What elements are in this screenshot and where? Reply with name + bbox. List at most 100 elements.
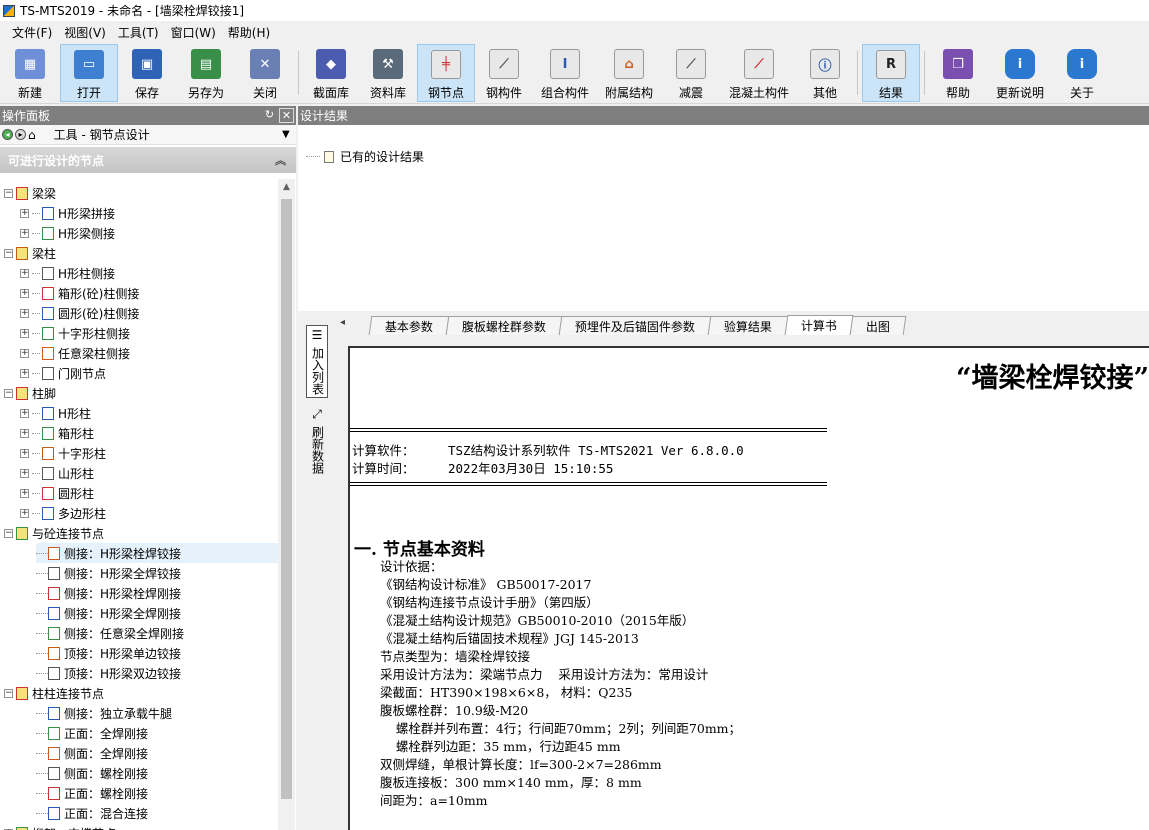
- tree-item[interactable]: + 圆形柱: [20, 483, 94, 503]
- collapse-icon[interactable]: −: [4, 248, 13, 258]
- tree-item[interactable]: 侧接：独立承载牛腿: [36, 703, 172, 723]
- add-to-list-button[interactable]: ☰ 加入列表: [306, 325, 328, 398]
- save-button[interactable]: ▣ 保存: [118, 44, 176, 102]
- back-icon[interactable]: ◂: [2, 129, 13, 140]
- tab-basic-params[interactable]: 基本参数: [368, 316, 450, 335]
- tree-item[interactable]: + H形梁侧接: [20, 223, 115, 243]
- tree-group[interactable]: − 梁梁: [4, 183, 56, 203]
- tab-web-bolt-params[interactable]: 腹板螺栓群参数: [445, 316, 563, 335]
- save-as-button[interactable]: ▤ 另存为: [176, 44, 236, 102]
- collapse-icon[interactable]: −: [4, 528, 13, 538]
- collapse-icon[interactable]: ︽: [275, 152, 286, 168]
- tab-embedded-params[interactable]: 预埋件及后锚固件参数: [558, 316, 712, 335]
- close-button[interactable]: ✕ 关闭: [236, 44, 294, 102]
- combo-member-button[interactable]: I 组合构件: [533, 44, 597, 102]
- expand-icon[interactable]: +: [20, 228, 29, 238]
- refresh-panel-icon[interactable]: ↻: [262, 108, 277, 123]
- expand-icon[interactable]: +: [20, 288, 29, 298]
- tree-item[interactable]: + H形梁拼接: [20, 203, 115, 223]
- expand-icon[interactable]: +: [20, 488, 29, 498]
- tree-group[interactable]: − 柱脚: [4, 383, 56, 403]
- tool-selector[interactable]: ◂ ▸ ⌂ 工具 - 钢节点设计 ▼: [0, 125, 296, 145]
- home-icon[interactable]: ⌂: [28, 128, 36, 142]
- menu-view[interactable]: 视图(V): [58, 24, 112, 41]
- concrete-member-button[interactable]: ⟋ 混凝土构件: [721, 44, 797, 102]
- expand-icon[interactable]: +: [20, 308, 29, 318]
- tree-item[interactable]: 侧面：螺栓刚接: [36, 763, 148, 783]
- menu-file[interactable]: 文件(F): [6, 24, 58, 41]
- expand-icon[interactable]: +: [20, 328, 29, 338]
- refresh-data-button[interactable]: ⤢ 刷新数据: [306, 404, 328, 477]
- tree-item[interactable]: 侧接：H形梁全焊铰接: [36, 563, 181, 583]
- menu-window[interactable]: 窗口(W): [165, 24, 222, 41]
- expand-icon[interactable]: +: [20, 348, 29, 358]
- tree-item[interactable]: + 任意梁柱侧接: [20, 343, 130, 363]
- menu-help[interactable]: 帮助(H): [222, 24, 276, 41]
- tree-item[interactable]: 顶接：H形梁单边铰接: [36, 643, 181, 663]
- tree-item[interactable]: 侧接：H形梁全焊刚接: [36, 603, 181, 623]
- close-panel-icon[interactable]: ✕: [279, 108, 294, 123]
- scroll-up-icon[interactable]: ▲: [278, 179, 295, 195]
- section-library-button[interactable]: ◆ 截面库: [303, 44, 359, 102]
- damping-button[interactable]: ⟋ 减震: [661, 44, 721, 102]
- tree-item[interactable]: 侧接：H形梁栓焊刚接: [36, 583, 181, 603]
- data-library-button[interactable]: ⚒ 资料库: [359, 44, 417, 102]
- tree-item[interactable]: 侧接：H形梁栓焊铰接: [36, 543, 278, 563]
- tree-item[interactable]: + H形柱侧接: [20, 263, 115, 283]
- tree-group[interactable]: − 与砼连接节点: [4, 523, 104, 543]
- dropdown-arrow-icon[interactable]: ▼: [282, 129, 296, 140]
- help-button[interactable]: ❐ 帮助: [929, 44, 987, 102]
- collapse-icon[interactable]: −: [4, 688, 13, 698]
- tree-item[interactable]: + H形柱: [20, 403, 91, 423]
- tab-check-results[interactable]: 验算结果: [707, 316, 789, 335]
- tree-item[interactable]: 侧接：任意梁全焊刚接: [36, 623, 184, 643]
- collapse-icon[interactable]: −: [4, 388, 13, 398]
- expand-icon[interactable]: +: [20, 208, 29, 218]
- collapse-icon[interactable]: −: [4, 188, 13, 198]
- section-header[interactable]: 可进行设计的节点 ︽: [0, 147, 296, 173]
- tree-item[interactable]: + 十字形柱: [20, 443, 106, 463]
- tree-item[interactable]: 正面：螺栓刚接: [36, 783, 148, 803]
- expand-icon[interactable]: +: [20, 428, 29, 438]
- tree-group[interactable]: +桁架、支撑节点: [4, 823, 116, 830]
- tab-drawing[interactable]: 出图: [849, 316, 907, 335]
- tree-item[interactable]: 侧面：全焊刚接: [36, 743, 148, 763]
- tab-calc-report[interactable]: 计算书: [784, 315, 854, 335]
- expand-icon[interactable]: +: [20, 368, 29, 378]
- tree-item[interactable]: 正面：全焊刚接: [36, 723, 148, 743]
- update-notes-icon: i: [1005, 49, 1035, 79]
- tree-item[interactable]: + 山形柱: [20, 463, 94, 483]
- tree-scrollbar[interactable]: ▲: [278, 179, 295, 830]
- open-button[interactable]: ▭ 打开: [60, 44, 118, 102]
- tree-connector: [36, 732, 48, 734]
- menu-tools[interactable]: 工具(T): [112, 24, 165, 41]
- expand-icon[interactable]: +: [20, 268, 29, 278]
- expand-icon[interactable]: +: [20, 408, 29, 418]
- steel-node-button[interactable]: ╪ 钢节点: [417, 44, 475, 102]
- attached-structure-button[interactable]: ⌂ 附属结构: [597, 44, 661, 102]
- steel-member-button[interactable]: ⟋ 钢构件: [475, 44, 533, 102]
- tree-item[interactable]: + 十字形柱侧接: [20, 323, 130, 343]
- update-notes-button[interactable]: i 更新说明: [987, 44, 1053, 102]
- tree-item[interactable]: + 门刚节点: [20, 363, 106, 383]
- other-button[interactable]: ⓘ 其他: [797, 44, 853, 102]
- tree-group[interactable]: − 柱柱连接节点: [4, 683, 104, 703]
- tree-item[interactable]: + 多边形柱: [20, 503, 106, 523]
- scroll-thumb[interactable]: [281, 199, 292, 799]
- existing-results-item[interactable]: 已有的设计结果: [306, 148, 424, 165]
- result-button[interactable]: R 结果: [862, 44, 920, 102]
- tree-item[interactable]: 顶接：H形梁双边铰接: [36, 663, 181, 683]
- operation-panel: 操作面板 ↻ ✕ ◂ ▸ ⌂ 工具 - 钢节点设计 ▼ 可进行设计的节点 ︽ −…: [0, 106, 296, 830]
- expand-icon[interactable]: +: [20, 508, 29, 518]
- tree-item[interactable]: + 箱形柱: [20, 423, 94, 443]
- tree-item[interactable]: + 圆形(砼)柱侧接: [20, 303, 139, 323]
- expand-icon[interactable]: +: [20, 468, 29, 478]
- tree-item[interactable]: + 箱形(砼)柱侧接: [20, 283, 139, 303]
- tree-group[interactable]: − 梁柱: [4, 243, 56, 263]
- tree-item[interactable]: 正面：混合连接: [36, 803, 148, 823]
- about-button[interactable]: i 关于: [1053, 44, 1111, 102]
- new-button[interactable]: ▦ 新建: [0, 44, 60, 102]
- expand-icon[interactable]: +: [20, 448, 29, 458]
- tab-scroll-left-icon[interactable]: ◂: [340, 317, 345, 328]
- forward-icon[interactable]: ▸: [15, 129, 26, 140]
